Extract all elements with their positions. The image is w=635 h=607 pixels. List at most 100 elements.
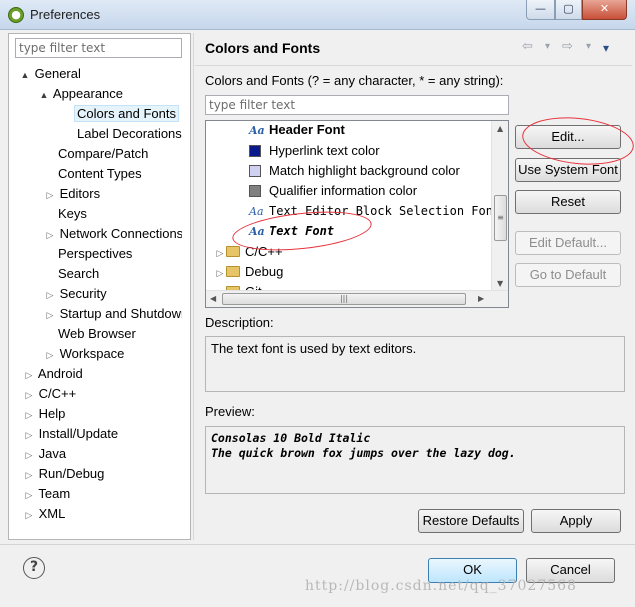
tree-row-debug-category[interactable]: ▷ Debug — [214, 262, 284, 283]
horizontal-scroll-thumb[interactable]: ||| — [222, 293, 466, 305]
tree-item-android[interactable]: ▷ Android — [23, 364, 83, 383]
tree-item-keys[interactable]: Keys — [58, 204, 87, 223]
expand-icon[interactable]: ▷ — [44, 186, 56, 205]
expand-icon[interactable]: ▷ — [23, 506, 35, 525]
preview-label: Preview: — [205, 404, 255, 419]
vertical-scrollbar[interactable]: ▲ ≡ ▼ — [491, 121, 508, 292]
tree-item-label: Java — [38, 446, 67, 461]
close-button[interactable]: ✕ — [582, 0, 627, 20]
font-preview: Consolas 10 Bold Italic The quick brown … — [205, 426, 625, 494]
font-aa-icon: Aa — [249, 124, 265, 137]
tree-item-label: Workspace — [59, 346, 125, 361]
scroll-right-icon[interactable]: ▶ — [478, 294, 484, 303]
tree-row-header-font[interactable]: Aa Header Font — [249, 121, 345, 140]
edit-button[interactable]: Edit... — [515, 125, 621, 149]
use-system-font-button[interactable]: Use System Font — [515, 158, 621, 182]
tree-item-label: C/C++ — [38, 386, 77, 401]
collapse-icon[interactable]: ▲ — [19, 66, 31, 85]
minimize-button[interactable]: — — [526, 0, 555, 20]
tree-row-match-highlight-color[interactable]: Match highlight background color — [249, 161, 460, 181]
tree-item-install-update[interactable]: ▷ Install/Update — [23, 424, 119, 445]
back-arrow-icon[interactable]: ⇦ — [522, 39, 533, 54]
tree-row-text-font[interactable]: Aa Text Font — [249, 221, 334, 241]
expand-icon[interactable]: ▷ — [44, 286, 56, 305]
tree-item-security[interactable]: ▷ Security — [44, 284, 107, 303]
title-separator — [195, 65, 632, 66]
tree-item-web-browser[interactable]: Web Browser — [58, 324, 136, 343]
tree-row-qualifier-color[interactable]: Qualifier information color — [249, 181, 417, 201]
tree-item-label: Web Browser — [58, 326, 136, 341]
expand-icon[interactable]: ▷ — [23, 486, 35, 505]
tree-row-label: Text Font — [269, 224, 335, 238]
collapse-icon[interactable]: ▲ — [38, 86, 50, 105]
expand-icon[interactable]: ▷ — [214, 263, 226, 283]
edit-default-button[interactable]: Edit Default... — [515, 231, 621, 255]
tree-row-hyperlink-color[interactable]: Hyperlink text color — [249, 141, 380, 161]
colors-filter-input[interactable]: type filter text — [205, 95, 509, 115]
help-icon[interactable]: ? — [23, 557, 45, 579]
tree-row-block-selection-font[interactable]: Aa Text Editor Block Selection Font — [249, 201, 500, 221]
horizontal-scrollbar[interactable]: ◀ ||| ▶ — [206, 290, 508, 307]
tree-item-compare-patch[interactable]: Compare/Patch — [58, 144, 148, 163]
apply-button[interactable]: Apply — [531, 509, 621, 533]
tree-item-search[interactable]: Search — [58, 264, 99, 283]
tree-row-label: Qualifier information color — [269, 183, 418, 198]
tree-item-editors[interactable]: ▷ Editors — [44, 184, 101, 205]
vertical-scroll-thumb[interactable]: ≡ — [494, 195, 507, 241]
tree-item-workspace[interactable]: ▷ Workspace — [44, 344, 125, 365]
tree-item-network-connections[interactable]: ▷ Network Connections — [44, 224, 182, 243]
tree-item-label: Security — [59, 286, 107, 301]
tree-item-help[interactable]: ▷ Help — [23, 404, 66, 425]
tree-item-label-decorations[interactable]: Label Decorations — [77, 124, 182, 143]
expand-icon[interactable]: ▷ — [23, 446, 35, 465]
expand-icon[interactable]: ▷ — [23, 386, 35, 405]
expand-icon[interactable]: ▷ — [214, 243, 226, 263]
expand-icon[interactable]: ▷ — [23, 406, 35, 425]
title-bar: ● Preferences — ▢ ✕ — [0, 0, 635, 30]
scroll-left-icon[interactable]: ◀ — [210, 294, 216, 303]
tree-item-colors-and-fonts[interactable]: Colors and Fonts — [74, 104, 179, 123]
tree-item-label: Label Decorations — [77, 126, 182, 141]
tree-item-perspectives[interactable]: Perspectives — [58, 244, 132, 263]
expand-icon[interactable]: ▷ — [44, 346, 56, 365]
tree-item-label: Android — [37, 366, 83, 381]
tree-row-cpp-category[interactable]: ▷ C/C++ — [214, 242, 283, 262]
tree-row-label: Debug — [245, 264, 284, 279]
tree-filter-input[interactable]: type filter text — [15, 38, 182, 58]
expand-icon[interactable]: ▷ — [23, 466, 35, 485]
forward-arrow-icon[interactable]: ⇨ — [562, 39, 573, 54]
tree-item-content-types[interactable]: Content Types — [58, 164, 142, 183]
restore-defaults-button[interactable]: Restore Defaults — [418, 509, 524, 533]
tree-item-general[interactable]: ▲ General — [19, 64, 81, 83]
expand-icon[interactable]: ▷ — [23, 366, 35, 385]
go-to-default-button[interactable]: Go to Default — [515, 263, 621, 287]
tree-item-xml[interactable]: ▷ XML — [23, 504, 66, 525]
expand-icon[interactable]: ▷ — [23, 426, 35, 445]
tree-item-run-debug[interactable]: ▷ Run/Debug — [23, 464, 105, 485]
tree-item-label: Startup and Shutdown — [59, 306, 182, 321]
font-aa-icon: Aa — [249, 225, 265, 238]
color-swatch-icon — [249, 145, 261, 157]
maximize-button[interactable]: ▢ — [555, 0, 582, 20]
tree-item-appearance[interactable]: ▲ Appearance — [38, 84, 124, 105]
page-title: Colors and Fonts — [205, 40, 321, 56]
tree-row-label: Text Editor Block Selection Font — [269, 204, 501, 218]
scroll-down-icon[interactable]: ▼ — [497, 279, 503, 288]
tree-item-label: Install/Update — [38, 426, 119, 441]
expand-icon[interactable]: ▷ — [44, 226, 56, 243]
view-menu-icon[interactable]: ▾ — [603, 41, 609, 55]
reset-button[interactable]: Reset — [515, 190, 621, 214]
tree-item-startup-and-shutdown[interactable]: ▷ Startup and Shutdown — [44, 304, 182, 323]
tree-item-team[interactable]: ▷ Team — [23, 484, 71, 505]
pane-splitter[interactable] — [193, 33, 194, 540]
tree-item-cpp[interactable]: ▷ C/C++ — [23, 384, 77, 405]
tree-item-java[interactable]: ▷ Java — [23, 444, 67, 465]
forward-menu-chevron-icon[interactable]: ▾ — [586, 41, 591, 52]
back-menu-chevron-icon[interactable]: ▾ — [545, 41, 550, 52]
scroll-up-icon[interactable]: ▲ — [497, 124, 503, 133]
description-label: Description: — [205, 315, 274, 330]
tree-row-label: C/C++ — [245, 244, 283, 259]
expand-icon[interactable]: ▷ — [44, 306, 56, 323]
window-title: Preferences — [30, 7, 101, 22]
footer-separator — [0, 544, 635, 545]
